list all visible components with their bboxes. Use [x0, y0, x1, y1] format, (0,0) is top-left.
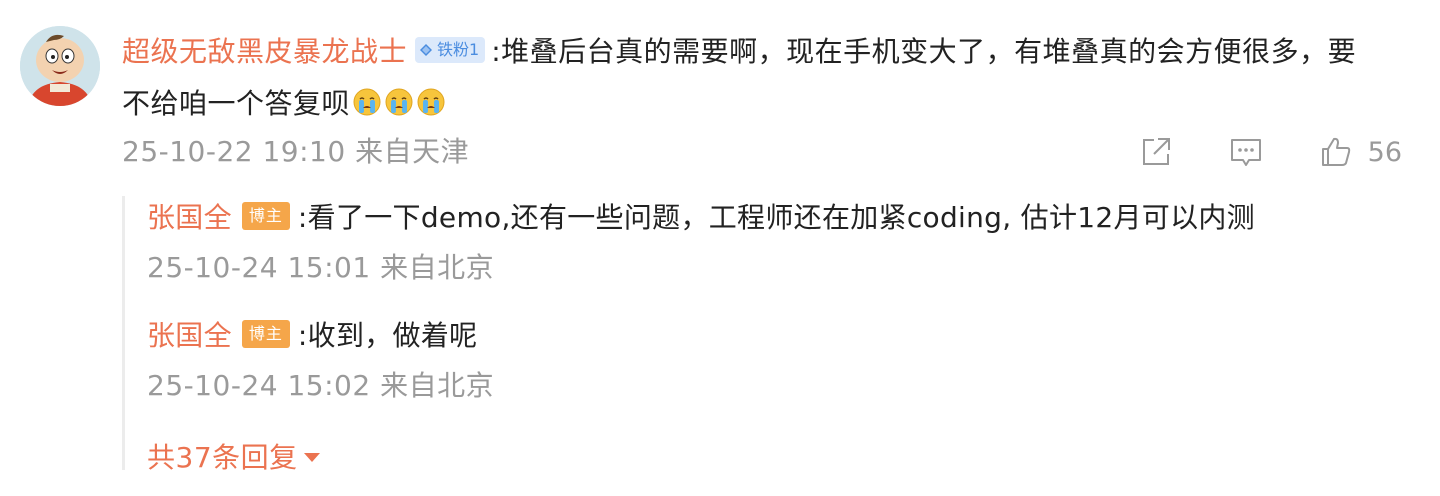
reply-timestamp: 25-10-24 15:02	[147, 369, 371, 402]
thumbs-up-icon	[1321, 137, 1350, 166]
like-count: 56	[1367, 136, 1402, 168]
comment-meta: 25-10-22 19:10 来自天津	[122, 130, 469, 174]
reply-location: 来自北京	[380, 251, 495, 284]
blogger-badge: 博主	[241, 202, 290, 230]
reply-separator: :	[297, 319, 308, 352]
reply-text: 看了一下demo,还有一些问题，工程师还在加紧coding, 估计12月可以内测	[307, 201, 1255, 234]
comment-username[interactable]: 超级无敌黑皮暴龙战士	[122, 35, 407, 68]
reply-separator: :	[297, 201, 308, 234]
reply-meta: 25-10-24 15:01 来自北京	[147, 246, 494, 290]
reply-location: 来自北京	[380, 369, 495, 402]
blogger-badge: 博主	[241, 320, 290, 348]
reply-button[interactable]	[1228, 134, 1264, 170]
crying-face-icon	[353, 88, 381, 116]
crying-face-icon	[417, 88, 445, 116]
reply-username[interactable]: 张国全	[147, 319, 232, 352]
more-replies-label: 共37条回复	[147, 441, 298, 474]
share-button[interactable]	[1138, 134, 1174, 170]
avatar[interactable]	[20, 26, 100, 106]
crying-face-icon	[385, 88, 413, 116]
reply-meta: 25-10-24 15:02 来自北京	[147, 364, 494, 408]
avatar-image	[20, 26, 100, 106]
diamond-icon	[420, 44, 433, 56]
fan-badge[interactable]: 铁粉1	[415, 37, 486, 63]
comment-body: 超级无敌黑皮暴龙战士 铁粉1:堆叠后台真的需要啊，现在手机变大了，有堆叠真的会方便…	[122, 26, 1362, 130]
reply-text: 收到，做着呢	[307, 319, 478, 352]
comment-separator: :	[491, 35, 502, 68]
reply-item: 张国全 博主:看了一下demo,还有一些问题，工程师还在加紧coding, 估计1…	[147, 196, 1255, 240]
comment-icon	[1230, 139, 1261, 166]
share-icon	[1142, 138, 1170, 165]
like-button[interactable]: 56	[1318, 134, 1402, 170]
comment-actions: 56	[1084, 130, 1402, 174]
reply-username[interactable]: 张国全	[147, 201, 232, 234]
reply-item: 张国全 博主:收到，做着呢	[147, 314, 477, 358]
reply-thread: 张国全 博主:看了一下demo,还有一些问题，工程师还在加紧coding, 估计1…	[122, 196, 1385, 474]
more-replies-link[interactable]: 共37条回复	[147, 436, 320, 480]
reply-timestamp: 25-10-24 15:01	[147, 251, 371, 284]
comment-timestamp: 25-10-22 19:10	[122, 135, 346, 168]
comment-location: 来自天津	[355, 135, 470, 168]
fan-badge-label: 铁粉1	[437, 40, 480, 59]
caret-down-icon	[303, 452, 320, 462]
comment-card: 超级无敌黑皮暴龙战士 铁粉1:堆叠后台真的需要啊，现在手机变大了，有堆叠真的会方便…	[0, 0, 1440, 496]
